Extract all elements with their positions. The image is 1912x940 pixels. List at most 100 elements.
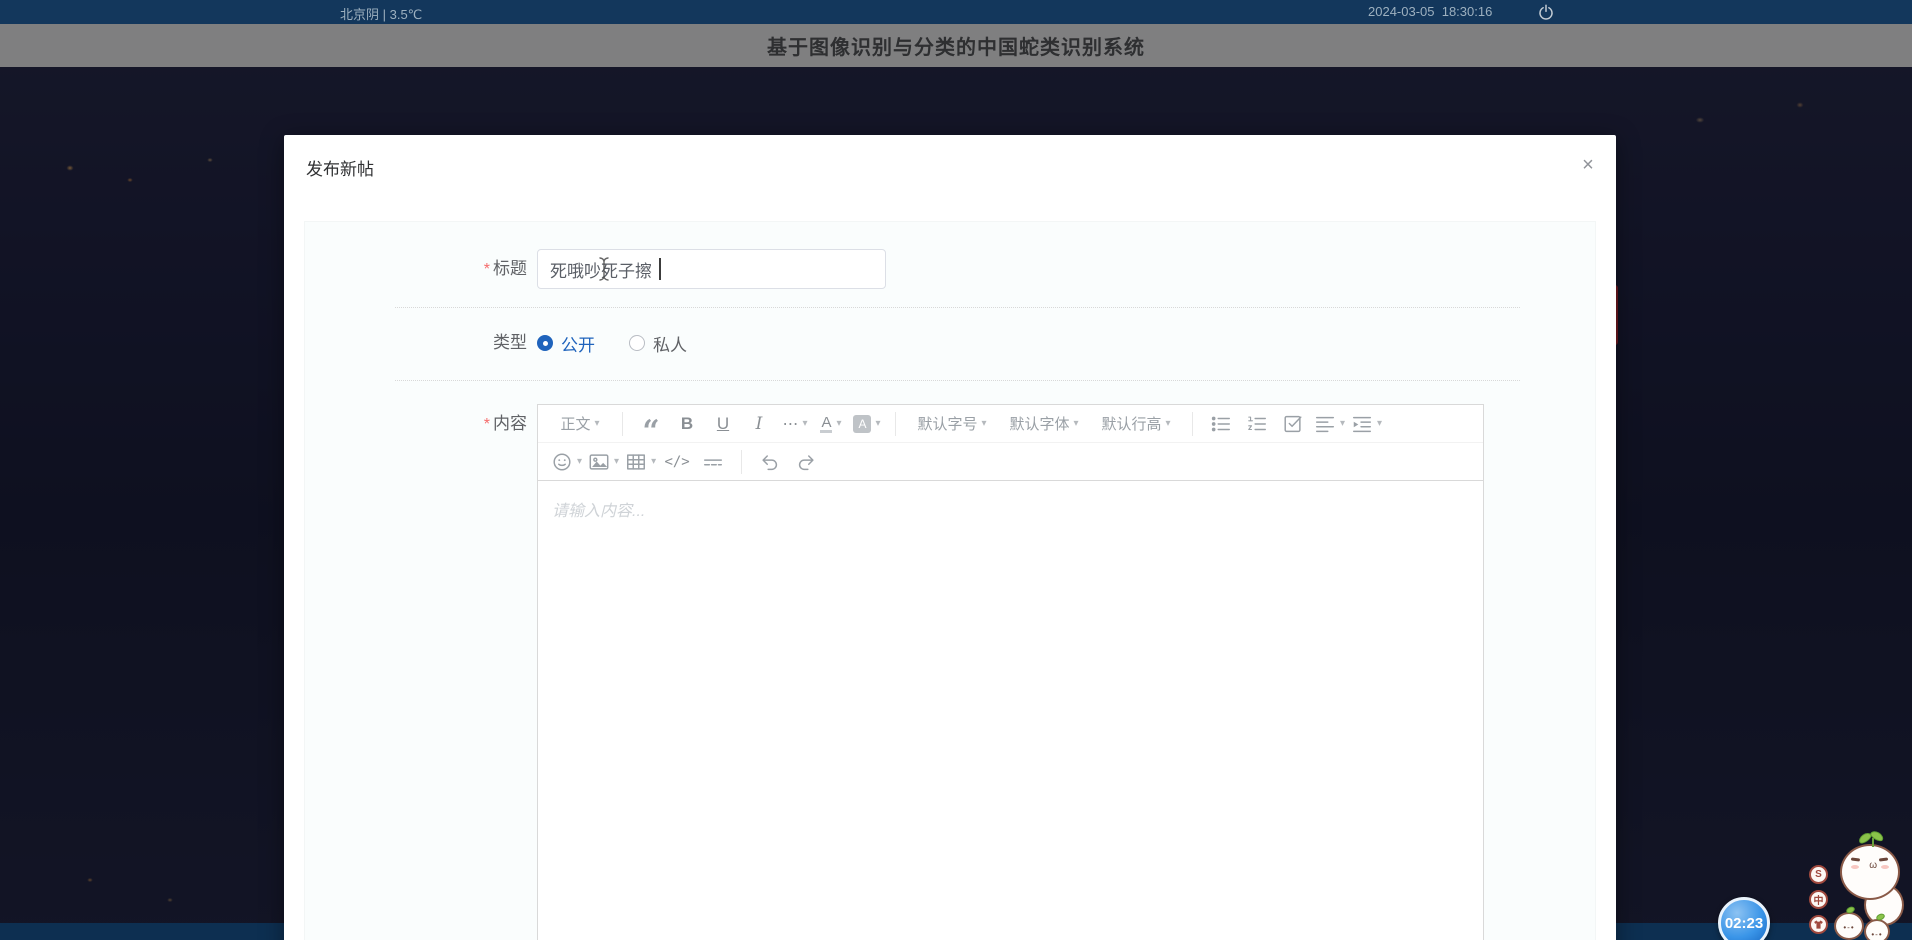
radio-private[interactable]: 私人: [629, 331, 687, 356]
toolbar-divider: [741, 449, 743, 474]
required-mark: *: [483, 261, 490, 278]
chevron-down-icon: ▾: [802, 418, 808, 429]
undo-button[interactable]: [755, 447, 785, 477]
image-icon: [589, 453, 609, 470]
mascot-mouth: ω: [1869, 860, 1877, 871]
emoji-button[interactable]: ▾: [551, 447, 582, 477]
checkbox-icon: [1284, 415, 1302, 432]
mascot-blush: [1881, 865, 1889, 869]
italic-button[interactable]: I: [744, 409, 774, 439]
split-line-button[interactable]: [698, 447, 728, 477]
chevron-down-icon: ▾: [1340, 418, 1346, 429]
toolbar-divider: [622, 411, 623, 436]
baby-face: •‐•: [1871, 930, 1883, 939]
quote-button[interactable]: “: [636, 409, 666, 449]
section-divider-top: [395, 307, 1520, 308]
quote-icon: “: [642, 413, 660, 449]
type-field-row: 类型 公开 私人: [305, 323, 1595, 363]
new-post-dialog: 发布新帖 × *标题 类型 公开: [284, 135, 1616, 940]
code-button[interactable]: </>: [662, 447, 692, 477]
chevron-down-icon: ▾: [614, 456, 620, 467]
chevron-down-icon: ▾: [1073, 418, 1079, 429]
line-height-button[interactable]: 默认行高 ▾: [1093, 409, 1179, 439]
chevron-down-icon: ▾: [577, 456, 583, 467]
bullet-list-icon: [1211, 416, 1230, 431]
emoji-icon: [553, 452, 571, 471]
top-navbar: 北京阴 | 3.5℃ 2024-03-05 18:30:16: [0, 0, 1912, 24]
content-field-label: * 内容: [483, 414, 527, 433]
title-field-row: * 标题: [305, 249, 1595, 290]
underline-button[interactable]: U: [708, 409, 738, 439]
editor-placeholder: 请输入内容...: [552, 503, 646, 520]
font-color-button[interactable]: A ▾: [816, 409, 846, 439]
chevron-down-icon: ▾: [981, 418, 987, 429]
chevron-down-icon: ▾: [836, 418, 842, 429]
redo-button[interactable]: [791, 447, 821, 477]
font-size-button[interactable]: 默认字号 ▾: [909, 409, 995, 439]
chevron-down-icon: ▾: [875, 418, 881, 429]
post-form: *标题 类型 公开: [304, 221, 1596, 940]
title-input[interactable]: [537, 249, 886, 289]
bold-button[interactable]: B: [672, 409, 702, 439]
redo-icon: [799, 454, 814, 470]
close-icon[interactable]: ×: [1576, 153, 1600, 177]
radio-off-icon[interactable]: [629, 335, 645, 351]
mascot-head: [1840, 844, 1900, 900]
content-field-row: * 内容 正文 ▾ “ B U I ⋯ ▾ A ▾ A ▾ 默认字号 ▾ 默认字…: [305, 404, 1595, 940]
radio-public[interactable]: 公开: [537, 331, 595, 356]
indent-icon: [1353, 416, 1372, 432]
undo-icon: [762, 454, 778, 470]
dialog-header: 发布新帖 ×: [284, 135, 1616, 193]
required-mark: *: [483, 416, 490, 433]
align-left-icon: [1316, 416, 1334, 432]
chevron-down-icon: ▾: [651, 456, 657, 467]
mascot-baby: •‐•: [1864, 912, 1890, 940]
mascot-blush: [1851, 865, 1859, 869]
divider-line-icon: [704, 458, 723, 465]
ordered-list-icon: [1248, 416, 1266, 430]
rich-text-editor: 正文 ▾ “ B U I ⋯ ▾ A ▾ A ▾ 默认字号 ▾ 默认字体 ▾ 默…: [537, 404, 1484, 940]
editor-toolbar-row1: 正文 ▾ “ B U I ⋯ ▾ A ▾ A ▾ 默认字号 ▾ 默认字体 ▾ 默…: [538, 405, 1483, 449]
dialog-title: 发布新帖: [306, 160, 374, 179]
section-divider-bottom: [395, 380, 1520, 381]
more-styles-button[interactable]: ⋯ ▾: [780, 409, 810, 439]
chevron-down-icon: ▾: [594, 418, 600, 429]
ibeam-cursor: [599, 257, 609, 281]
editor-content-area[interactable]: 请输入内容...: [538, 481, 1483, 940]
radio-private-label: 私人: [653, 335, 687, 355]
title-field-label: * 标题: [483, 259, 527, 278]
toolbar-divider: [1192, 411, 1193, 436]
indent-button[interactable]: ▾: [1351, 409, 1382, 439]
align-button[interactable]: ▾: [1314, 409, 1345, 439]
bullet-list-button[interactable]: [1206, 409, 1236, 439]
countdown-timer-badge[interactable]: 02:23: [1718, 897, 1770, 940]
chevron-down-icon: ▾: [1165, 418, 1171, 429]
radio-public-label: 公开: [561, 335, 595, 355]
table-icon: [627, 453, 646, 470]
editor-toolbar-row2: ▾ ▾ ▾ </>: [538, 443, 1483, 481]
mascot-baby: •‐•: [1834, 905, 1864, 940]
system-title-bar: 基于图像识别与分类的中国蛇类识别系统: [0, 24, 1912, 67]
radio-on-icon[interactable]: [537, 335, 553, 351]
baby-face: •‐•: [1843, 923, 1855, 932]
app-root: 北京阴 | 3.5℃ 2024-03-05 18:30:16 基于图像识别与分类…: [0, 0, 1912, 940]
leaf-icon: [1845, 905, 1856, 915]
type-radio-group: 公开 私人: [537, 331, 721, 356]
table-button[interactable]: ▾: [625, 447, 656, 477]
ordered-list-button[interactable]: [1242, 409, 1272, 439]
bg-color-icon: A: [853, 414, 872, 433]
system-title: 基于图像识别与分类的中国蛇类识别系统: [767, 37, 1145, 59]
title-input-wrap: [537, 249, 886, 290]
sprout-icon: [1872, 838, 1874, 847]
power-icon[interactable]: [1537, 3, 1555, 21]
desktop-pet-mascot[interactable]: ω •‐• •‐•: [1816, 829, 1908, 940]
datetime-label: 2024-03-05 18:30:16: [1368, 4, 1493, 19]
paragraph-style-button[interactable]: 正文 ▾: [551, 409, 609, 439]
image-button[interactable]: ▾: [588, 447, 619, 477]
toolbar-divider: [895, 411, 896, 436]
todo-list-button[interactable]: [1278, 409, 1308, 439]
bg-color-button[interactable]: A ▾: [852, 409, 882, 439]
font-family-button[interactable]: 默认字体 ▾: [1001, 409, 1087, 439]
chevron-down-icon: ▾: [1377, 418, 1383, 429]
type-field-label: 类型: [493, 333, 527, 352]
